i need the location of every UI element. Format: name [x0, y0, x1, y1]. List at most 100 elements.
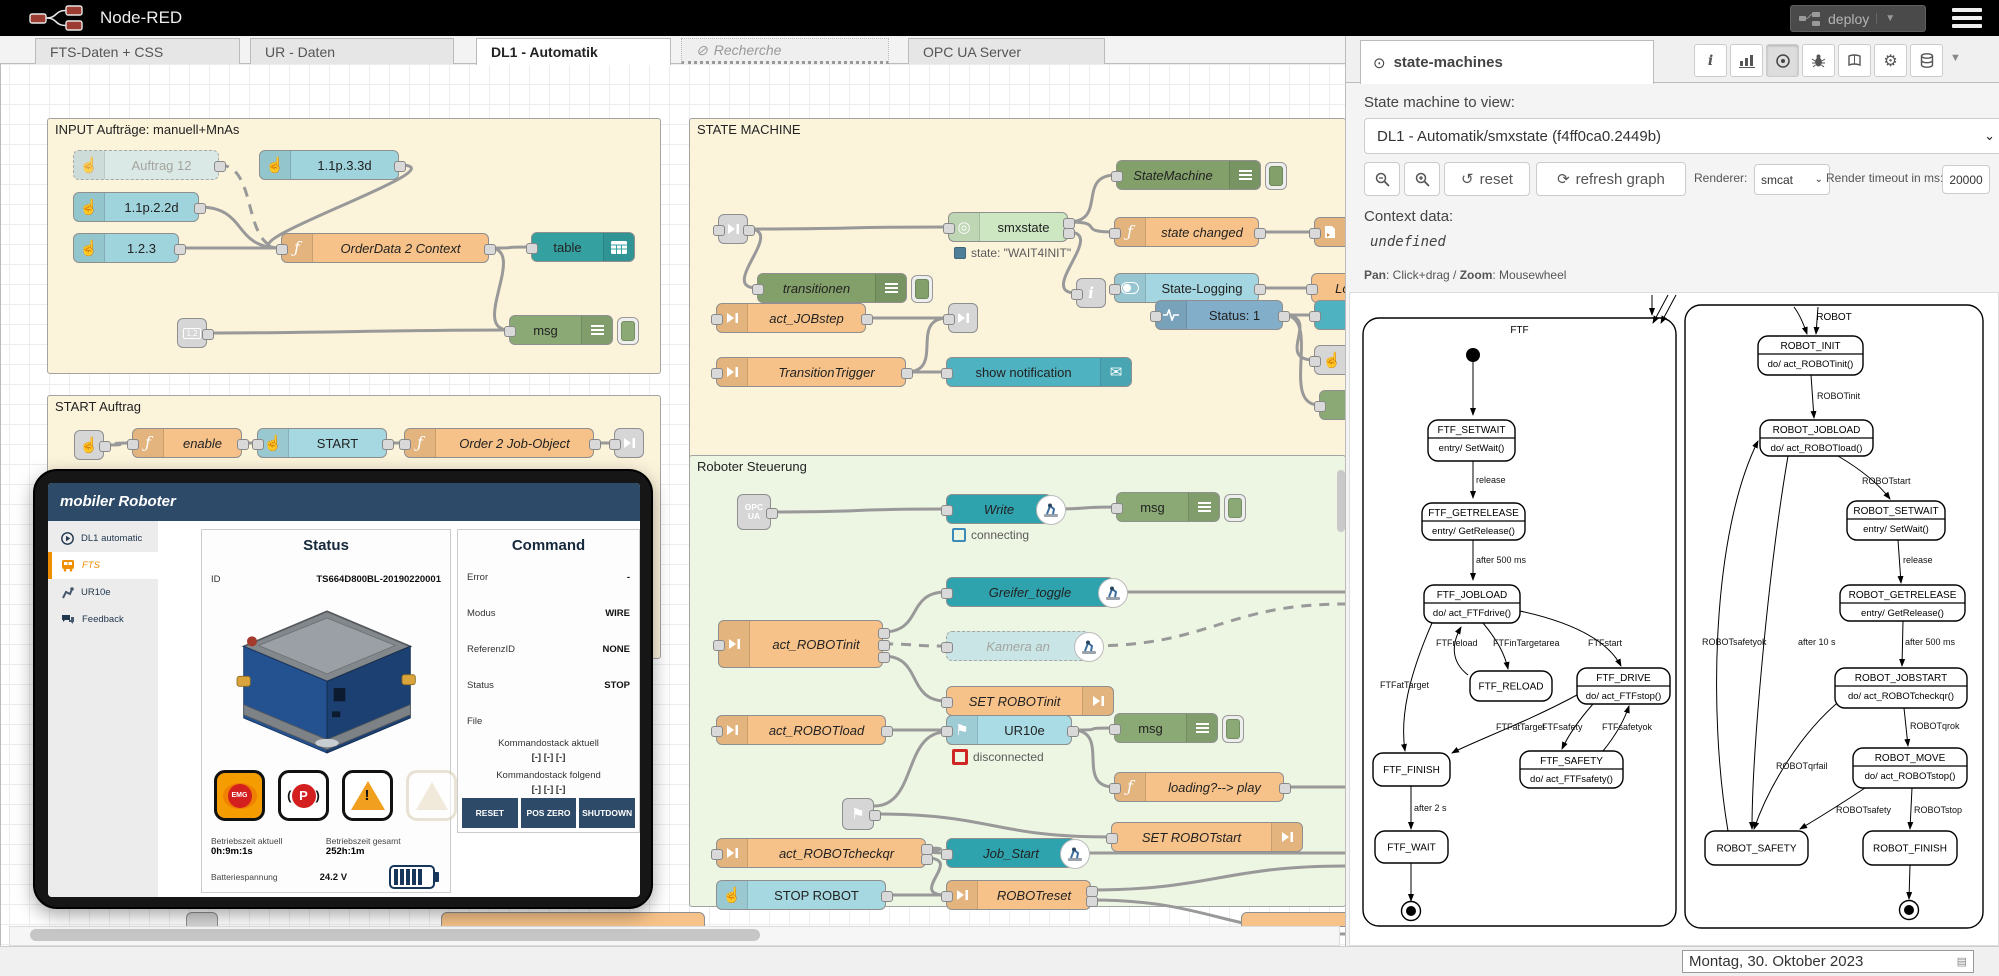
node-actrobotload[interactable]: act_ROBOTload: [716, 715, 886, 745]
port-out[interactable]: [1254, 228, 1266, 239]
port-out[interactable]: [901, 368, 913, 379]
port-in[interactable]: [1109, 724, 1121, 735]
port-out[interactable]: [766, 508, 778, 519]
state-machine-select[interactable]: DL1 - Automatik/smxstate (f4ff0ca0.2449b…: [1364, 118, 1999, 154]
debug-toggle-button[interactable]: [911, 275, 933, 303]
node-order2job[interactable]: ƒOrder 2 Job-Object: [404, 428, 594, 458]
reset-button[interactable]: RESET: [462, 798, 518, 828]
node-setrobotinit[interactable]: SET ROBOTinit: [946, 686, 1114, 716]
canvas-hscrollbar[interactable]: [9, 926, 1340, 946]
node-enable[interactable]: ƒenable: [132, 428, 242, 458]
port-in[interactable]: [711, 726, 723, 737]
wire[interactable]: [883, 656, 946, 701]
port-in[interactable]: [1071, 289, 1083, 300]
port-out[interactable]: [878, 628, 890, 639]
node-msg1[interactable]: msg: [509, 315, 613, 345]
reset-view-button[interactable]: ↺reset: [1444, 162, 1530, 196]
port-out[interactable]: [861, 314, 873, 325]
port-in[interactable]: [711, 368, 723, 379]
state-machine-diagram[interactable]: FTFreleaseafter 500 msFTFinTargetareaFTF…: [1349, 292, 1999, 946]
port-out[interactable]: [589, 439, 601, 450]
port-out[interactable]: [202, 329, 214, 340]
port-in[interactable]: [399, 439, 411, 450]
port-in[interactable]: [504, 326, 516, 337]
port-in[interactable]: [711, 314, 723, 325]
wire[interactable]: [874, 814, 1111, 837]
port-out[interactable]: [174, 244, 186, 255]
port-out[interactable]: [743, 225, 755, 236]
wire[interactable]: [1068, 175, 1116, 222]
timeout-input[interactable]: 20000: [1942, 165, 1990, 194]
debug-toggle-button[interactable]: [1222, 715, 1244, 743]
port-out[interactable]: [214, 161, 226, 172]
node-loading[interactable]: ƒloading?--> play: [1114, 772, 1284, 802]
debug-tab-button[interactable]: [1802, 44, 1835, 77]
node-jobstart[interactable]: Job_Start: [946, 838, 1076, 868]
port-in[interactable]: [127, 439, 139, 450]
port-out[interactable]: [194, 203, 206, 214]
port-in[interactable]: [941, 849, 953, 860]
node-start[interactable]: ☝START: [257, 428, 387, 458]
port-in[interactable]: [941, 588, 953, 599]
wire[interactable]: [883, 644, 946, 646]
port-in[interactable]: [1109, 284, 1121, 295]
debug-toggle-button[interactable]: [1265, 162, 1287, 190]
tab-fts-daten[interactable]: FTS-Daten + CSS: [35, 38, 240, 64]
zoom-in-button[interactable]: [1404, 162, 1440, 196]
zoom-out-button[interactable]: [1364, 162, 1400, 196]
port-in[interactable]: [1106, 833, 1118, 844]
port-out[interactable]: [878, 640, 890, 651]
port-in[interactable]: [941, 697, 953, 708]
refresh-graph-button[interactable]: ⟳refresh graph: [1536, 162, 1686, 196]
port-in[interactable]: [941, 505, 953, 516]
state-machines-tab-button[interactable]: [1766, 44, 1799, 77]
port-in[interactable]: [1111, 171, 1123, 182]
debug-toggle-button[interactable]: [1224, 494, 1246, 522]
port-out[interactable]: [1067, 726, 1079, 737]
node-orderdata[interactable]: ƒOrderData 2 Context: [281, 233, 489, 263]
wire[interactable]: [489, 248, 509, 330]
wire[interactable]: [874, 732, 946, 806]
port-in[interactable]: [752, 284, 764, 295]
node-auftrag12[interactable]: ☝Auftrag 12: [73, 150, 219, 180]
context-data-tab-button[interactable]: [1910, 44, 1943, 77]
port-in[interactable]: [941, 642, 953, 653]
deploy-caret-icon[interactable]: ▼: [1876, 13, 1895, 24]
node-actrobotinit[interactable]: act_ROBOTinit: [718, 620, 883, 668]
node-setrobotstart[interactable]: SET ROBOTstart: [1111, 822, 1303, 852]
node-n1133d[interactable]: ☝1.1p.3.3d: [259, 150, 399, 180]
port-out[interactable]: [1279, 783, 1291, 794]
tab-opc-ua-server[interactable]: OPC UA Server: [908, 38, 1105, 64]
wire[interactable]: [1072, 730, 1114, 787]
nav-item-ur10e[interactable]: UR10e: [48, 579, 158, 606]
port-out[interactable]: [869, 810, 881, 821]
node-statemachine[interactable]: StateMachine: [1116, 160, 1261, 190]
node-msg3[interactable]: msg: [1114, 713, 1218, 743]
port-out[interactable]: [881, 726, 893, 737]
port-out[interactable]: [1254, 284, 1266, 295]
port-in[interactable]: [1309, 311, 1321, 322]
port-in[interactable]: [526, 243, 538, 254]
node-n123[interactable]: ☝1.2.3: [73, 233, 179, 263]
canvas-vscrollbar[interactable]: [1337, 470, 1345, 532]
tab-ur-daten[interactable]: UR - Daten: [250, 38, 454, 64]
port-out[interactable]: [881, 891, 893, 902]
node-statechanged[interactable]: ƒstate changed: [1114, 217, 1259, 247]
port-in[interactable]: [943, 314, 955, 325]
node-transitiontrigger[interactable]: TransitionTrigger: [716, 357, 906, 387]
port-out[interactable]: [394, 161, 406, 172]
port-out[interactable]: [878, 652, 890, 663]
node-n1122d[interactable]: ☝1.1p.2.2d: [73, 192, 199, 222]
nav-item-dl1-automatic[interactable]: DL1 automatic: [48, 525, 158, 552]
node-table[interactable]: table: [531, 232, 635, 262]
port-in[interactable]: [1309, 356, 1321, 367]
sidebar-tab-state-machines[interactable]: ⊙ state-machines: [1360, 40, 1654, 84]
port-in[interactable]: [1314, 401, 1326, 412]
debug-toggle-button[interactable]: [617, 317, 639, 345]
node-ur10e[interactable]: ⚑UR10e: [946, 715, 1072, 745]
port-in[interactable]: [1109, 228, 1121, 239]
port-in[interactable]: [943, 223, 955, 234]
node-transitionen[interactable]: transitionen: [757, 273, 907, 303]
sidebar-caret-icon[interactable]: ▼: [1950, 52, 1961, 64]
port-in[interactable]: [1309, 228, 1321, 239]
